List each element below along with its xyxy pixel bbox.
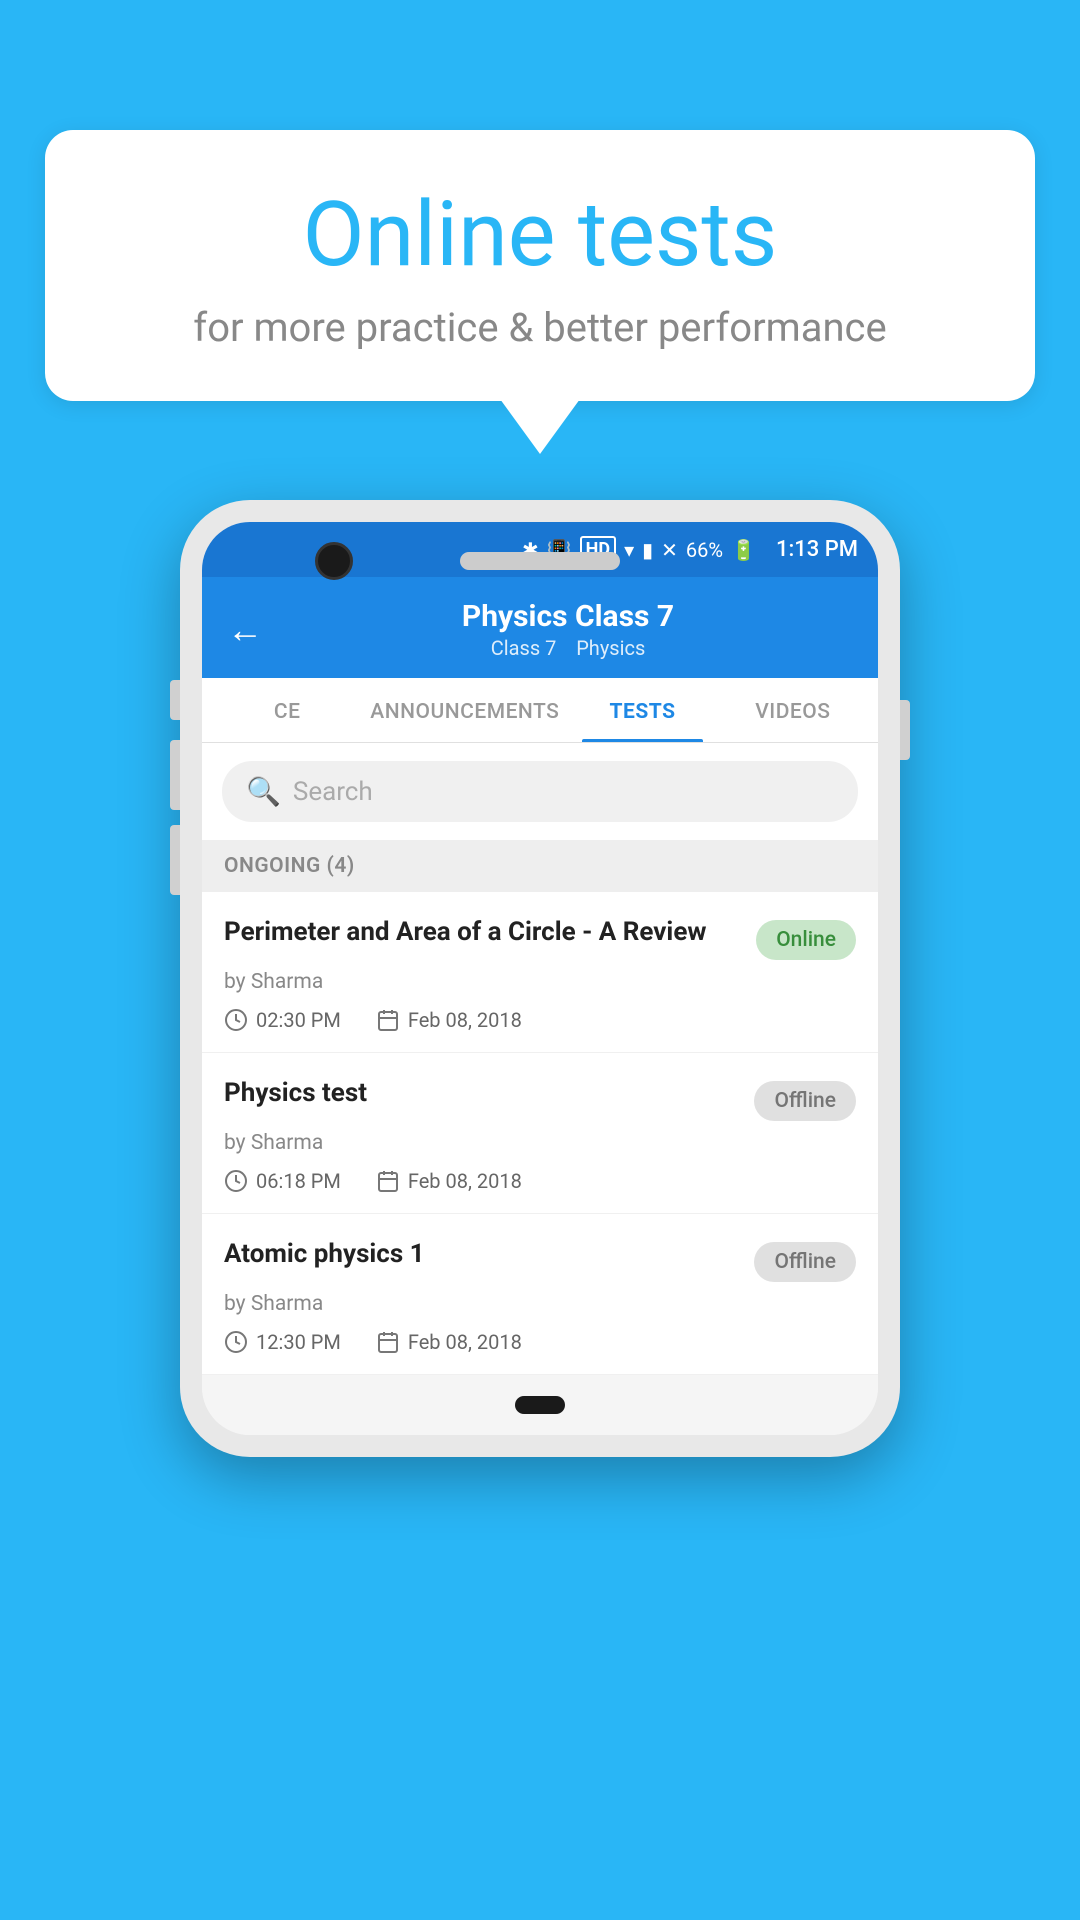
test-item[interactable]: Perimeter and Area of a Circle - A Revie…: [202, 892, 878, 1053]
test-time: 06:18 PM: [224, 1169, 341, 1193]
calendar-icon: [376, 1330, 400, 1354]
background: Online tests for more practice & better …: [0, 0, 1080, 1920]
status-time: 1:13 PM: [776, 537, 858, 562]
back-button[interactable]: ←: [227, 609, 263, 651]
wifi-icon: ▾: [624, 538, 634, 562]
calendar-icon: [376, 1008, 400, 1032]
tab-videos[interactable]: VIDEOS: [718, 678, 868, 742]
app-bar-title-block: Physics Class 7 Class 7 Physics: [283, 599, 853, 660]
signal-icon: ▮: [642, 538, 653, 562]
speech-bubble: Online tests for more practice & better …: [45, 130, 1035, 401]
clock-icon: [224, 1330, 248, 1354]
test-date: Feb 08, 2018: [376, 1169, 522, 1193]
search-icon: 🔍: [246, 775, 281, 808]
phone-button-right: [900, 700, 910, 760]
search-placeholder: Search: [293, 777, 373, 807]
phone-nav-bar: [202, 1375, 878, 1435]
calendar-icon: [376, 1169, 400, 1193]
test-meta: 12:30 PM Feb 08, 2018: [224, 1330, 856, 1354]
search-bar[interactable]: 🔍 Search: [222, 761, 858, 822]
tab-tests[interactable]: TESTS: [567, 678, 717, 742]
app-bar-subtitle-subject: Physics: [576, 636, 645, 660]
no-signal-icon: ✕: [661, 538, 678, 562]
app-bar-title: Physics Class 7: [283, 599, 853, 634]
test-item[interactable]: Physics test Offline by Sharma 06:18 PM: [202, 1053, 878, 1214]
search-container: 🔍 Search: [202, 743, 878, 840]
speech-bubble-arrow: [500, 399, 580, 454]
test-item[interactable]: Atomic physics 1 Offline by Sharma 12:30…: [202, 1214, 878, 1375]
tab-announcements[interactable]: ANNOUNCEMENTS: [362, 678, 567, 742]
test-title: Atomic physics 1: [224, 1238, 739, 1272]
battery-icon: 🔋: [731, 538, 756, 562]
test-item-header: Atomic physics 1 Offline: [224, 1238, 856, 1282]
test-title: Physics test: [224, 1077, 739, 1111]
phone-button-left-top: [170, 680, 180, 720]
battery-percentage: 66%: [686, 538, 723, 562]
test-author: by Sharma: [224, 970, 856, 994]
test-meta: 02:30 PM Feb 08, 2018: [224, 1008, 856, 1032]
phone-speaker: [460, 552, 620, 570]
phone-button-left-mid1: [170, 740, 180, 810]
phone-wrapper: ✱ 📳 HD ▾ ▮ ✕ 66% 🔋: [60, 500, 1020, 1457]
status-badge: Offline: [754, 1081, 856, 1121]
test-title: Perimeter and Area of a Circle - A Revie…: [224, 916, 741, 950]
phone-camera: [315, 542, 353, 580]
app-bar-subtitle-class: Class 7: [491, 636, 557, 660]
status-badge: Online: [756, 920, 856, 960]
app-bar-subtitle: Class 7 Physics: [283, 636, 853, 660]
home-button[interactable]: [515, 1396, 565, 1414]
speech-bubble-subtitle: for more practice & better performance: [105, 304, 975, 351]
app-bar: ← Physics Class 7 Class 7 Physics: [202, 577, 878, 678]
test-time: 02:30 PM: [224, 1008, 341, 1032]
speech-bubble-title: Online tests: [105, 185, 975, 284]
test-list: Perimeter and Area of a Circle - A Revie…: [202, 892, 878, 1375]
test-item-header: Physics test Offline: [224, 1077, 856, 1121]
phone-button-left-mid2: [170, 825, 180, 895]
test-time: 12:30 PM: [224, 1330, 341, 1354]
tab-ce[interactable]: CE: [212, 678, 362, 742]
speech-bubble-container: Online tests for more practice & better …: [45, 130, 1035, 454]
phone-screen: ✱ 📳 HD ▾ ▮ ✕ 66% 🔋: [202, 522, 878, 1435]
test-author: by Sharma: [224, 1292, 856, 1316]
tabs: CE ANNOUNCEMENTS TESTS VIDEOS: [202, 678, 878, 743]
status-badge: Offline: [754, 1242, 856, 1282]
clock-icon: [224, 1008, 248, 1032]
test-item-header: Perimeter and Area of a Circle - A Revie…: [224, 916, 856, 960]
phone: ✱ 📳 HD ▾ ▮ ✕ 66% 🔋: [180, 500, 900, 1457]
clock-icon: [224, 1169, 248, 1193]
section-header: ONGOING (4): [202, 840, 878, 892]
test-meta: 06:18 PM Feb 08, 2018: [224, 1169, 856, 1193]
test-author: by Sharma: [224, 1131, 856, 1155]
test-date: Feb 08, 2018: [376, 1330, 522, 1354]
test-date: Feb 08, 2018: [376, 1008, 522, 1032]
